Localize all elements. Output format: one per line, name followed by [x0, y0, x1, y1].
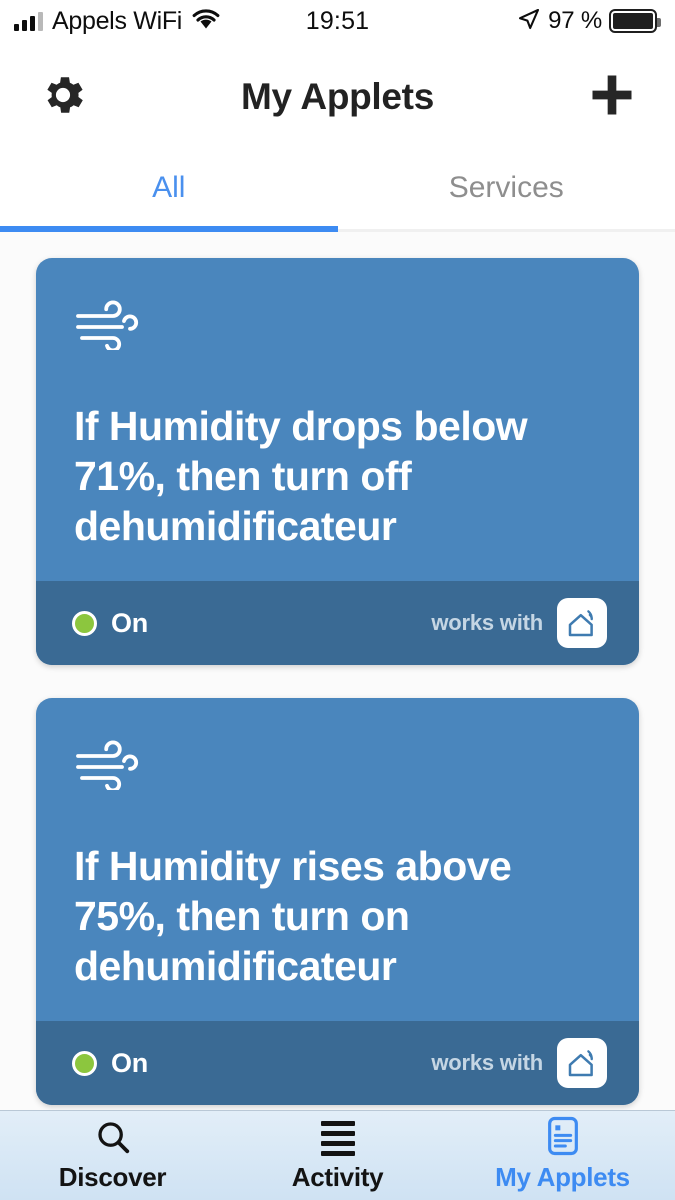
plus-icon — [586, 69, 638, 126]
wind-icon — [74, 298, 601, 355]
applet-card-body: If Humidity rises above 75%, then turn o… — [36, 698, 639, 1021]
smart-home-icon — [557, 598, 607, 649]
tab-active-indicator — [0, 226, 338, 232]
nav-item-my-applets[interactable]: My Applets — [450, 1111, 675, 1200]
carrier-label: Appels WiFi — [52, 6, 183, 35]
bottom-navigation: Discover Activity My Applets — [0, 1110, 675, 1200]
app-screen: Appels WiFi 19:51 97 % My Applets All Se… — [0, 0, 675, 1200]
status-bar: Appels WiFi 19:51 97 % — [0, 0, 675, 42]
signal-bars-icon — [14, 11, 43, 31]
wind-icon — [74, 738, 601, 795]
settings-button[interactable] — [34, 68, 92, 126]
status-label: On — [111, 607, 149, 638]
tab-bar: All Services — [0, 152, 675, 232]
app-header: My Applets — [0, 42, 675, 152]
document-icon — [546, 1116, 580, 1156]
applet-card[interactable]: If Humidity rises above 75%, then turn o… — [36, 698, 639, 1106]
works-with-label: works with — [431, 610, 543, 636]
nav-item-activity[interactable]: Activity — [225, 1111, 450, 1200]
location-arrow-icon — [517, 7, 541, 36]
list-icon — [320, 1118, 355, 1156]
status-indicator-dot — [72, 1050, 97, 1076]
smart-home-icon — [557, 1038, 607, 1089]
applet-status[interactable]: On — [72, 608, 148, 639]
status-bar-left: Appels WiFi — [14, 7, 221, 36]
page-title: My Applets — [241, 76, 434, 117]
applet-title: If Humidity drops below 71%, then turn o… — [74, 403, 528, 550]
works-with-group: works with — [431, 598, 607, 649]
nav-item-discover[interactable]: Discover — [0, 1111, 225, 1200]
nav-label-activity: Activity — [291, 1162, 384, 1192]
applet-card-footer: On works with — [36, 1021, 639, 1106]
tab-services[interactable]: Services — [338, 152, 675, 232]
add-applet-button[interactable] — [583, 68, 641, 126]
works-with-group: works with — [431, 1038, 607, 1089]
status-bar-right: 97 % — [517, 7, 661, 36]
status-label: On — [111, 1047, 149, 1078]
applet-list: If Humidity drops below 71%, then turn o… — [0, 232, 675, 1110]
applet-title: If Humidity rises above 75%, then turn o… — [74, 843, 512, 990]
status-indicator-dot — [72, 610, 97, 636]
applet-card-body: If Humidity drops below 71%, then turn o… — [36, 258, 639, 581]
battery-percent-label: 97 % — [548, 7, 602, 34]
nav-label-discover: Discover — [58, 1162, 167, 1192]
wifi-icon — [191, 7, 221, 35]
tab-services-label: Services — [448, 171, 564, 204]
battery-icon — [609, 9, 661, 33]
search-icon — [94, 1118, 132, 1156]
nav-label-my-applets: My Applets — [495, 1162, 630, 1192]
tab-all[interactable]: All — [0, 152, 338, 232]
applet-card-footer: On works with — [36, 581, 639, 666]
works-with-label: works with — [431, 1050, 543, 1076]
applet-status[interactable]: On — [72, 1048, 148, 1079]
gear-icon — [38, 70, 88, 125]
tab-all-label: All — [152, 171, 186, 204]
applet-card[interactable]: If Humidity drops below 71%, then turn o… — [36, 258, 639, 666]
